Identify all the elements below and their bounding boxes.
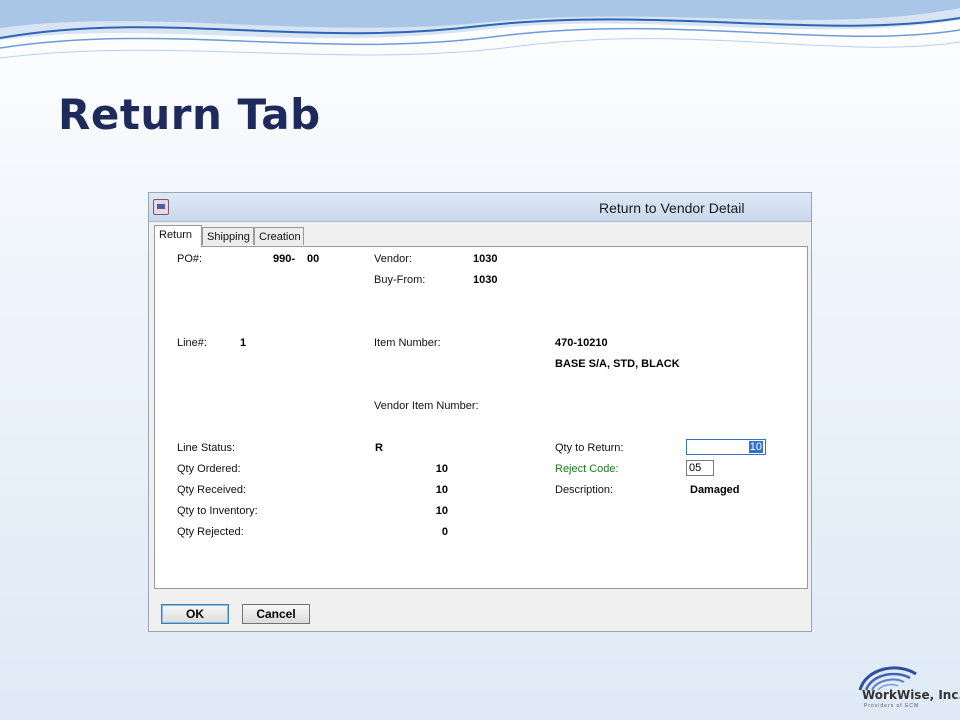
window-title: Return to Vendor Detail: [599, 200, 745, 216]
qty-received-label: Qty Received:: [177, 484, 247, 496]
po-label: PO#:: [177, 253, 203, 265]
header-waves-decoration: [0, 0, 960, 59]
reject-code-label: Reject Code:: [555, 463, 619, 475]
qty-ordered-label: Qty Ordered:: [177, 463, 241, 475]
item-number-label: Item Number:: [374, 337, 441, 349]
item-description: BASE S/A, STD, BLACK: [555, 358, 680, 370]
line-number-label: Line#:: [177, 337, 207, 349]
qty-to-inventory-value: 10: [435, 505, 448, 517]
line-status-value: R: [375, 442, 383, 454]
qty-to-return-selected-text: 10: [748, 441, 763, 453]
qty-ordered-value: 10: [435, 463, 448, 475]
qty-to-inventory-label: Qty to Inventory:: [177, 505, 258, 517]
vendor-value: 1030: [473, 253, 498, 265]
app-window-icon[interactable]: [153, 199, 169, 215]
slide-title: Return Tab: [58, 90, 321, 139]
reject-code-input[interactable]: 05: [686, 460, 714, 476]
return-tab-panel: PO#: 990- 00 Vendor: 1030 Buy-From: 1030…: [154, 246, 808, 589]
qty-rejected-label: Qty Rejected:: [177, 526, 244, 538]
buy-from-value: 1030: [473, 274, 498, 286]
description-label: Description:: [555, 484, 614, 496]
logo-tagline: Providers of ECM: [864, 703, 920, 709]
item-number-value: 470-10210: [555, 337, 608, 349]
window-titlebar: Return to Vendor Detail: [149, 193, 811, 222]
ok-button[interactable]: OK: [161, 604, 229, 624]
qty-to-return-label: Qty to Return:: [555, 442, 624, 454]
cancel-button[interactable]: Cancel: [242, 604, 310, 624]
line-number-value: 1: [240, 337, 247, 349]
tab-creation[interactable]: Creation: [254, 227, 304, 245]
tab-shipping[interactable]: Shipping: [202, 227, 254, 245]
buy-from-label: Buy-From:: [374, 274, 426, 286]
line-status-label: Line Status:: [177, 442, 236, 454]
vendor-label: Vendor:: [374, 253, 412, 265]
logo-name: WorkWise, Inc.: [862, 688, 960, 702]
return-to-vendor-dialog: Return to Vendor Detail Return Shipping …: [148, 192, 812, 632]
vendor-item-number-label: Vendor Item Number:: [374, 400, 479, 412]
description-value: Damaged: [690, 484, 740, 496]
tab-return[interactable]: Return: [154, 225, 202, 247]
po-suffix: 00: [307, 253, 320, 265]
qty-rejected-value: 0: [441, 526, 448, 538]
qty-received-value: 10: [435, 484, 448, 496]
qty-to-return-input[interactable]: 10: [686, 439, 766, 455]
po-number: 990-: [273, 253, 296, 265]
